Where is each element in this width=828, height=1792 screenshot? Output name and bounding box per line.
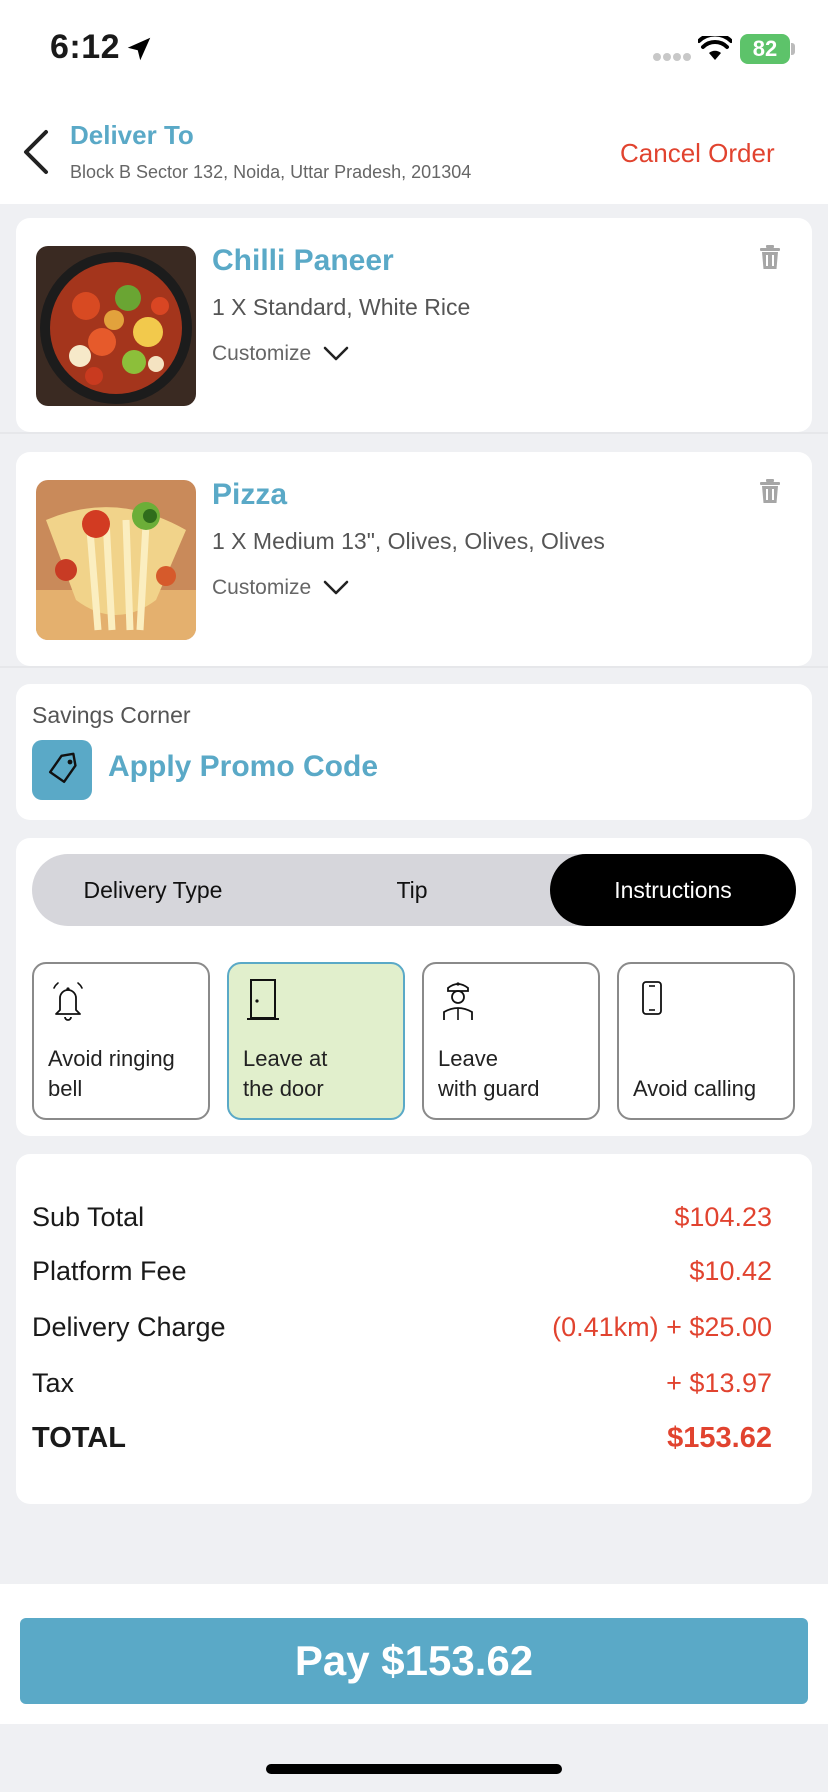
apply-promo-code-button[interactable]: Apply Promo Code [108,750,378,784]
delivery-charge-value: (0.41km) + $25.00 [552,1312,772,1342]
instruction-leave-with-guard[interactable]: Leave with guard [422,962,600,1120]
status-bar: 6:12 82 [0,0,828,100]
total-value: $153.62 [667,1422,772,1454]
tax-value: + $13.97 [666,1368,772,1398]
subtotal-label: Sub Total [32,1202,145,1232]
customize-toggle[interactable]: Customize [212,342,349,366]
status-time: 6:12 [50,28,121,66]
battery-cap [791,43,795,55]
home-indicator [266,1764,562,1774]
location-arrow-icon [127,37,151,61]
item-name: Pizza [212,478,288,511]
battery-level: 82 [752,36,778,61]
trash-icon[interactable] [758,478,782,504]
instruction-label: Leave with guard [438,1046,540,1101]
header: Deliver To Block B Sector 132, Noida, Ut… [0,100,828,204]
instruction-label: Leave at the door [243,1046,328,1101]
bell-icon [53,982,83,1021]
footer: Pay $153.62 [0,1584,828,1724]
wifi-icon [698,36,732,60]
deliver-to-label: Deliver To [70,120,194,150]
savings-corner-label: Savings Corner [32,702,191,728]
trash-icon[interactable] [758,244,782,270]
door-icon [247,979,279,1020]
pay-button[interactable]: Pay $153.62 [20,1618,808,1704]
item-description: 1 X Medium 13", Olives, Olives, Olives [212,528,605,554]
pizza-image [36,480,196,640]
cart-item-card: Pizza 1 X Medium 13", Olives, Olives, Ol… [16,452,812,666]
customize-label: Customize [212,576,312,599]
chevron-down-icon [323,580,349,595]
delivery-charge-label: Delivery Charge [32,1312,226,1342]
back-chevron-icon[interactable] [16,124,56,180]
tab-delivery-type[interactable]: Delivery Type [32,854,274,926]
guard-icon [443,982,473,1020]
instruction-leave-at-door[interactable]: Leave at the door [227,962,405,1120]
instruction-label: Avoid ringing bell [48,1046,175,1101]
bill-summary-card: Sub Total $104.23 Platform Fee $10.42 De… [16,1154,812,1504]
item-name: Chilli Paneer [212,244,394,277]
delivery-options-tabs: Delivery Type Tip Instructions [32,854,796,926]
tab-tip[interactable]: Tip [274,854,550,926]
platform-fee-label: Platform Fee [32,1256,187,1286]
savings-corner-card: Savings Corner Apply Promo Code [16,684,812,820]
item-description: 1 X Standard, White Rice [212,294,471,320]
instruction-avoid-calling[interactable]: Avoid calling [617,962,795,1120]
signal-icon [653,53,691,61]
subtotal-value: $104.23 [674,1202,772,1232]
divider [0,432,828,434]
instruction-avoid-ringing-bell[interactable]: Avoid ringing bell [32,962,210,1120]
divider [0,666,828,668]
chilli-paneer-image [36,246,196,406]
cancel-order-button[interactable]: Cancel Order [620,138,775,169]
delivery-options-card: Delivery Type Tip Instructions Avoid rin… [16,838,812,1136]
chevron-down-icon [323,346,349,361]
delivery-address[interactable]: Block B Sector 132, Noida, Uttar Pradesh… [70,162,471,183]
instruction-label: Avoid calling [633,1076,757,1101]
tab-instructions[interactable]: Instructions [550,854,796,926]
phone-icon [642,981,662,1015]
battery-icon: 82 [740,34,790,64]
customize-label: Customize [212,342,312,365]
customize-toggle[interactable]: Customize [212,576,349,600]
total-label: TOTAL [32,1422,126,1454]
tax-label: Tax [32,1368,75,1398]
promo-tag-icon[interactable] [32,740,92,800]
cart-item-card: Chilli Paneer 1 X Standard, White Rice C… [16,218,812,432]
platform-fee-value: $10.42 [689,1256,772,1286]
